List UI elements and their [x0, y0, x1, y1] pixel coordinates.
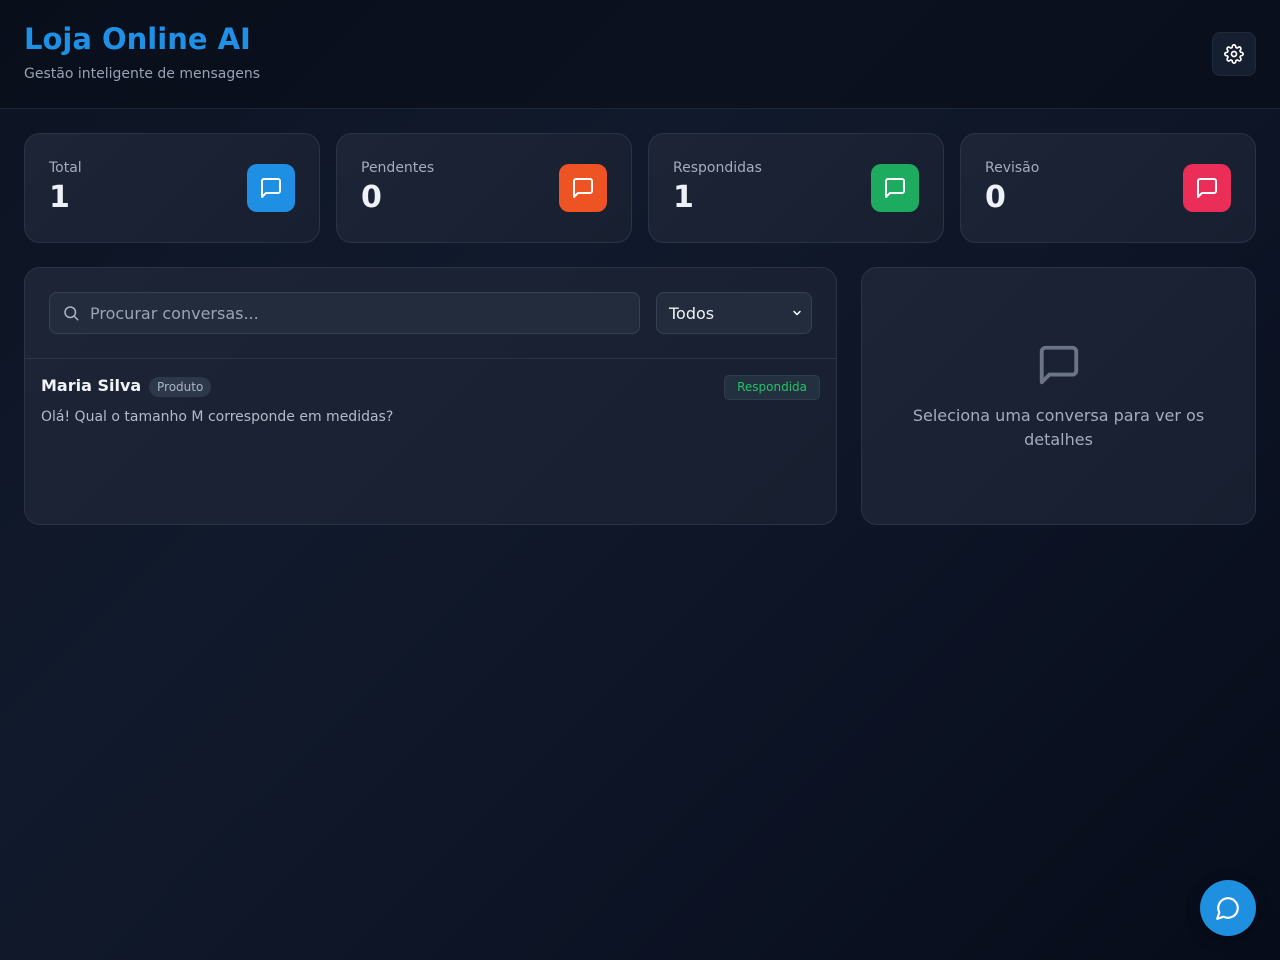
stat-card-revisao: Revisão 0	[960, 133, 1256, 243]
chevron-down-icon	[793, 310, 801, 316]
stat-label: Respondidas	[673, 160, 762, 176]
search-box	[49, 292, 640, 334]
chat-bubble-icon	[1216, 897, 1239, 920]
message-square-icon	[1183, 164, 1231, 212]
conversation-category-tag: Produto	[149, 377, 212, 397]
app-header: Loja Online AI Gestão inteligente de men…	[0, 0, 1280, 109]
search-icon	[64, 306, 79, 321]
app-subtitle: Gestão inteligente de mensagens	[24, 66, 261, 82]
conversation-detail-panel: Seleciona uma conversa para ver os detal…	[861, 267, 1256, 525]
conversation-status-badge: Respondida	[724, 375, 820, 400]
stat-value: 1	[673, 180, 694, 215]
stat-card-total: Total 1	[24, 133, 320, 243]
message-square-icon	[247, 164, 295, 212]
stat-label: Total	[49, 160, 82, 176]
stat-label: Revisão	[985, 160, 1040, 176]
conversation-item[interactable]: Maria Silva Produto Respondida Olá! Qual…	[25, 359, 836, 433]
empty-state-text: Seleciona uma conversa para ver os detal…	[912, 406, 1205, 449]
message-square-icon	[871, 164, 919, 212]
conversation-list-panel: Todos Maria Silva Produto Respondida Olá…	[24, 267, 837, 525]
conversation-name: Maria Silva	[41, 376, 142, 395]
stat-card-respondidas: Respondidas 1	[648, 133, 944, 243]
status-filter-select[interactable]: Todos	[656, 292, 812, 334]
stat-value: 0	[361, 180, 382, 215]
filter-selected-value: Todos	[669, 303, 715, 323]
stat-label: Pendentes	[361, 160, 435, 176]
stat-card-pendentes: Pendentes 0	[336, 133, 632, 243]
message-square-icon	[559, 164, 607, 212]
conversation-preview: Olá! Qual o tamanho M corresponde em med…	[41, 409, 394, 425]
app-title: Loja Online AI	[24, 22, 251, 56]
stat-value: 1	[49, 180, 70, 215]
message-square-icon	[1039, 345, 1079, 385]
chat-fab-button[interactable]	[1200, 880, 1256, 936]
gear-icon	[1224, 44, 1244, 64]
search-input[interactable]	[90, 293, 635, 333]
stat-value: 0	[985, 180, 1006, 215]
settings-button[interactable]	[1212, 32, 1256, 76]
